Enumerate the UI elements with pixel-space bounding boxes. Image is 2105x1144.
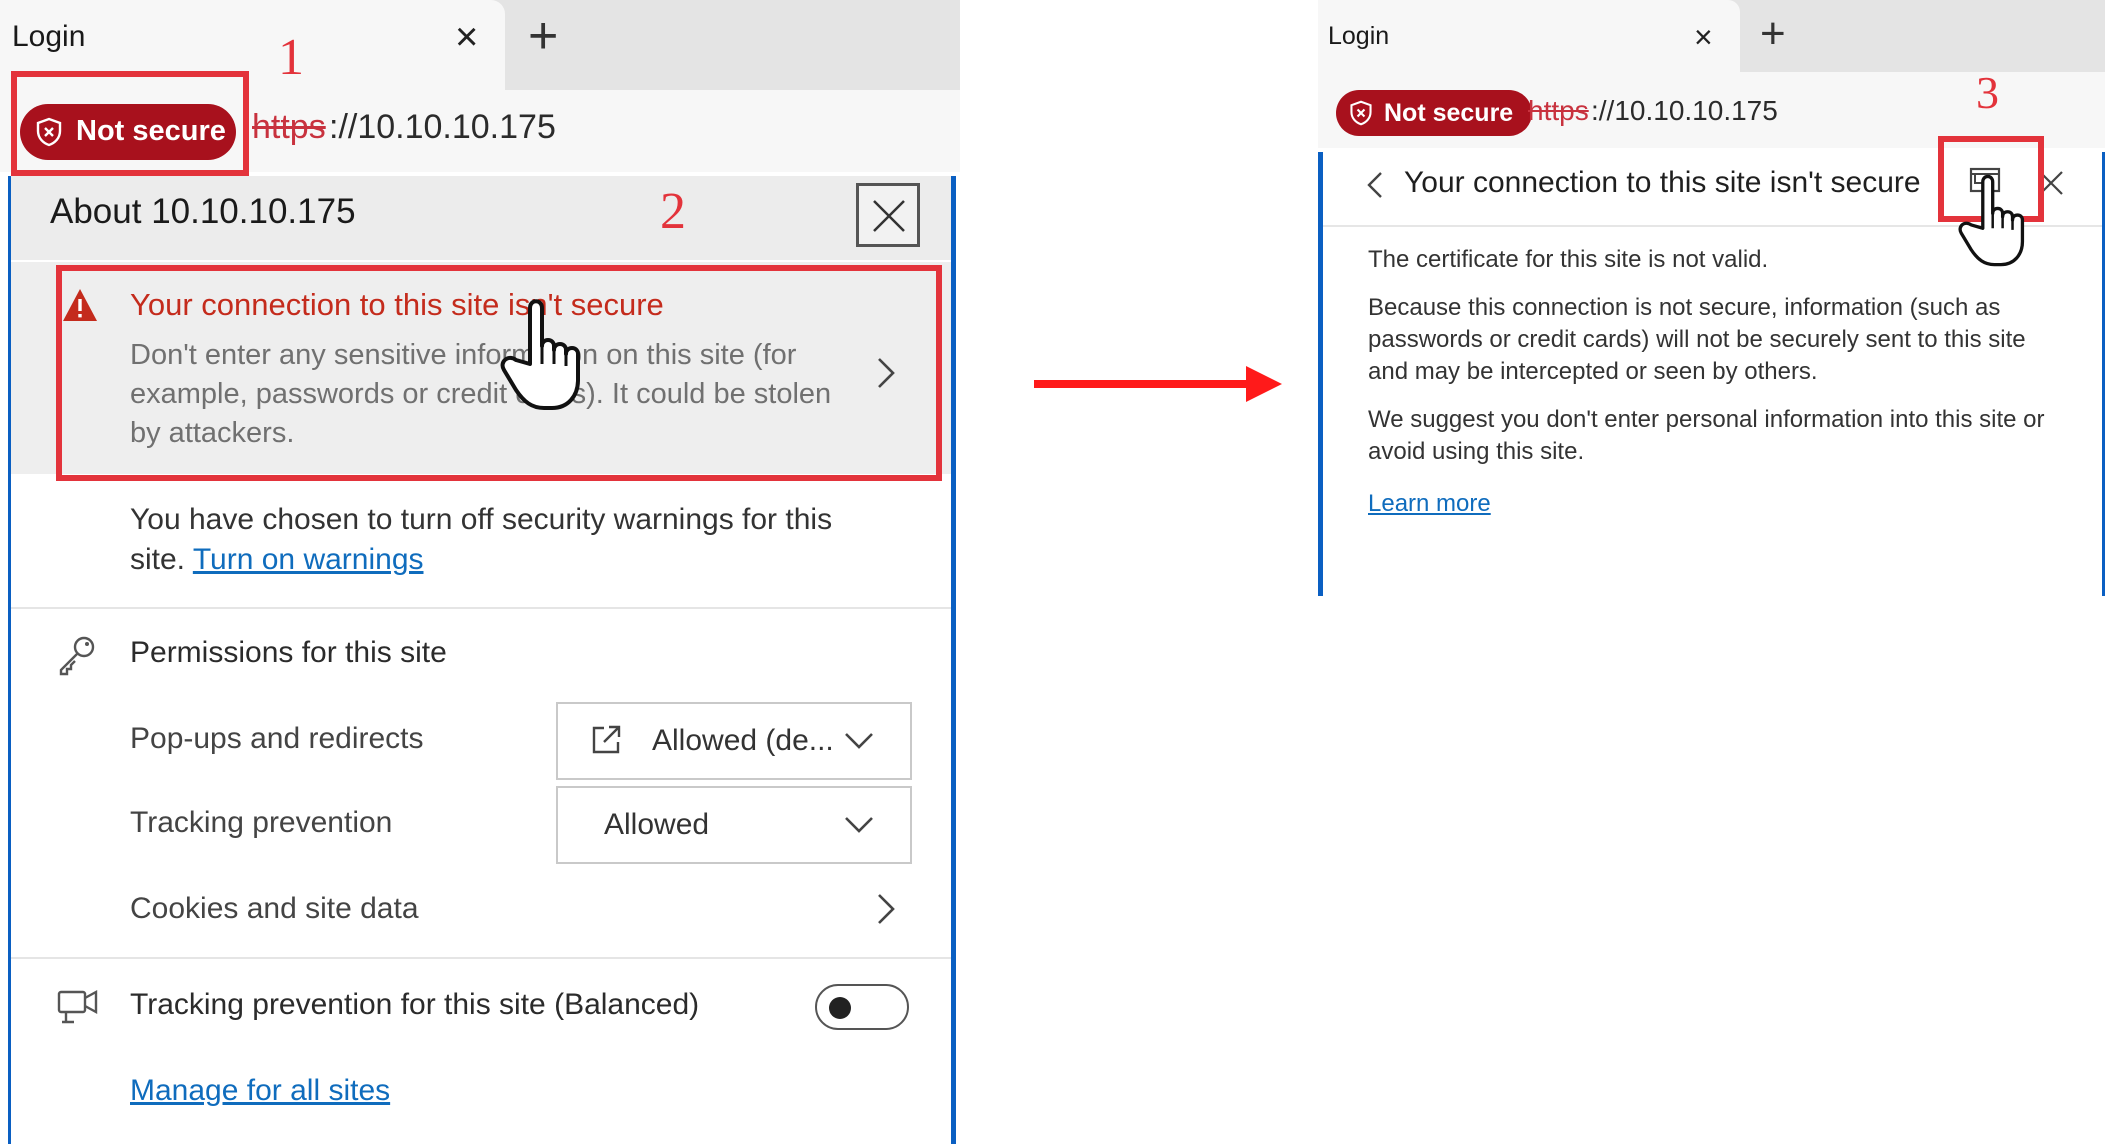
popups-value: Allowed (de... (652, 724, 834, 757)
url-host: ://10.10.10.175 (329, 108, 556, 146)
popup-title: About 10.10.10.175 (50, 192, 356, 231)
tracking-label: Tracking prevention (130, 806, 393, 839)
tab-close-button[interactable]: × (455, 14, 478, 60)
annotation-box-2 (56, 265, 942, 481)
left-screenshot: Login × + Not secure https ://10.10.10.1… (0, 0, 960, 1144)
new-tab-button[interactable]: + (528, 8, 558, 64)
popup-close-button[interactable] (856, 183, 920, 247)
right-screenshot: Login × + Not secure https ://10.10.10.1… (1318, 0, 2105, 600)
not-secure-badge[interactable]: Not secure (1336, 90, 1532, 136)
new-tab-button[interactable]: + (1760, 10, 1786, 58)
tracking-value: Allowed (604, 808, 710, 841)
manage-all-sites-link[interactable]: Manage for all sites (130, 1074, 390, 1108)
hand-cursor-icon (500, 299, 580, 410)
chevron-down-icon (845, 733, 873, 749)
camera-icon (57, 989, 98, 1024)
transition-arrow (1034, 380, 1266, 388)
hand-cursor-icon (1958, 174, 2025, 267)
not-secure-explanation: Because this connection is not secure, i… (1368, 294, 2026, 385)
annotation-number-1: 1 (278, 29, 304, 86)
suggestion-text: We suggest you don't enter personal info… (1368, 406, 2045, 465)
details-title: Your connection to this site isn't secur… (1404, 166, 1921, 199)
popups-label: Pop-ups and redirects (130, 722, 424, 755)
tracking-dropdown[interactable]: Allowed (556, 786, 912, 864)
url-scheme: https (252, 108, 326, 146)
close-icon (873, 200, 905, 232)
annotation-number-2: 2 (660, 183, 686, 240)
learn-more-link[interactable]: Learn more (1368, 490, 1491, 518)
tracking-toggle[interactable] (815, 984, 909, 1030)
chevron-right-icon (878, 894, 895, 924)
external-window-icon (592, 725, 621, 754)
cookies-row[interactable]: Cookies and site data (130, 892, 419, 926)
toggle-knob (829, 997, 851, 1019)
security-warnings-text: You have chosen to turn off security war… (130, 503, 833, 576)
url-host: ://10.10.10.175 (1591, 95, 1778, 126)
tab-title: Login (1328, 22, 1390, 50)
not-secure-label: Not secure (1384, 99, 1514, 127)
key-icon (59, 636, 95, 676)
popups-dropdown[interactable]: Allowed (de... (556, 702, 912, 780)
tracking-site-title: Tracking prevention for this site (Balan… (130, 988, 700, 1021)
divider (11, 957, 951, 959)
url-scheme: https (1528, 95, 1589, 126)
transition-arrow-head (1246, 366, 1282, 402)
annotation-box-1 (11, 71, 249, 176)
permissions-title: Permissions for this site (130, 636, 447, 669)
tab-close-button[interactable]: × (1694, 18, 1713, 56)
chevron-left-icon[interactable] (1366, 170, 1384, 200)
tab-title: Login (12, 20, 86, 53)
shield-icon (1350, 100, 1372, 126)
divider (11, 607, 951, 609)
turn-on-warnings-link[interactable]: Turn on warnings (193, 543, 424, 576)
annotation-number-3: 3 (1976, 67, 1999, 118)
chevron-down-icon (845, 817, 873, 833)
